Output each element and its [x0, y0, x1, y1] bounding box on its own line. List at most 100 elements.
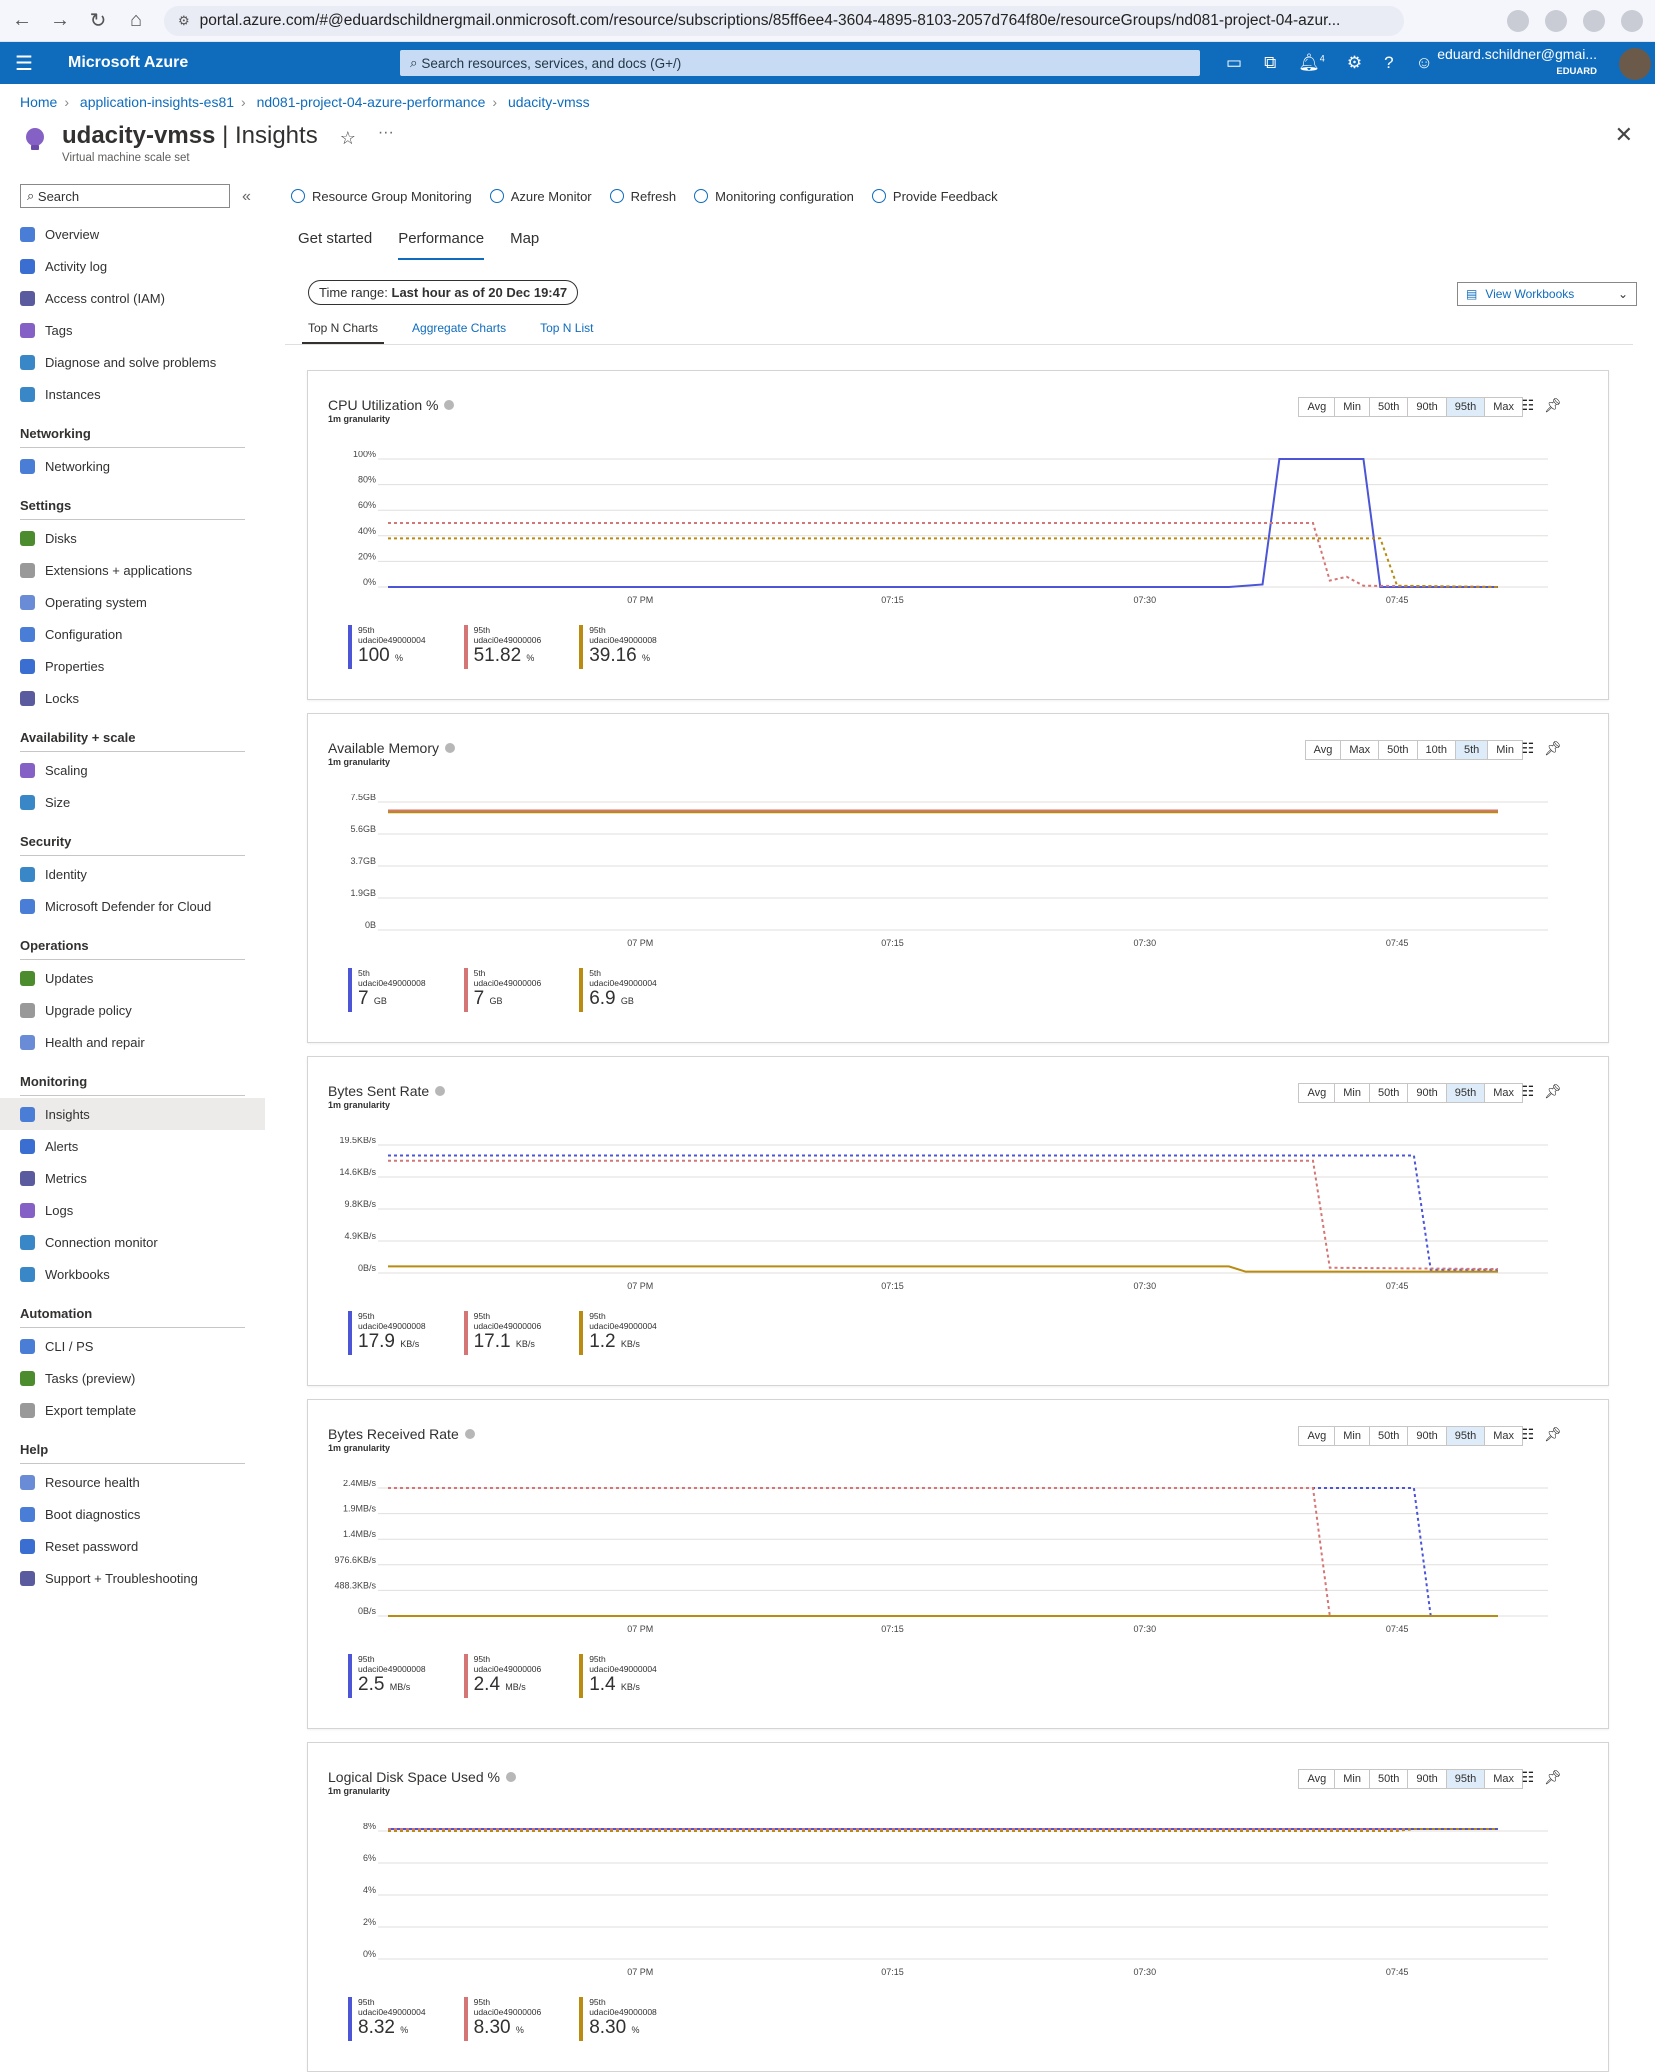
- sidebar-item-logs[interactable]: Logs: [0, 1194, 265, 1226]
- sidebar-item-connection-monitor[interactable]: Connection monitor: [0, 1226, 265, 1258]
- sidebar-item-operating-system[interactable]: Operating system: [0, 586, 265, 618]
- more-options-icon[interactable]: ···: [378, 124, 394, 142]
- sidebar-item-updates[interactable]: Updates: [0, 962, 265, 994]
- legend-item[interactable]: 5th udaci0e49000004 6.9 GB: [579, 968, 657, 1012]
- back-icon[interactable]: ←: [12, 9, 32, 32]
- favorite-star-icon[interactable]: ☆: [340, 128, 356, 149]
- sidebar-item-workbooks[interactable]: Workbooks: [0, 1258, 265, 1290]
- help-icon[interactable]: ?: [1384, 53, 1393, 73]
- list-view-icon[interactable]: ☷: [1522, 1083, 1545, 1099]
- refresh-button[interactable]: Refresh: [609, 189, 676, 204]
- aggregation-button-min[interactable]: Min: [1335, 1427, 1370, 1445]
- info-icon[interactable]: [435, 1086, 446, 1096]
- aggregation-button-avg[interactable]: Avg: [1299, 398, 1336, 416]
- legend-item[interactable]: 5th udaci0e49000008 7 GB: [348, 968, 426, 1012]
- list-view-icon[interactable]: ☷: [1522, 740, 1545, 756]
- pin-icon[interactable]: 📌︎: [1544, 1769, 1572, 1785]
- sidebar-item-resource-health[interactable]: Resource health: [0, 1466, 265, 1498]
- sidebar-item-export-template[interactable]: Export template: [0, 1394, 265, 1426]
- legend-item[interactable]: 95th udaci0e49000008 39.16 %: [579, 625, 657, 669]
- cloud-shell-icon[interactable]: ▭: [1226, 53, 1242, 73]
- list-view-icon[interactable]: ☷: [1522, 1769, 1545, 1785]
- reload-icon[interactable]: ↻: [88, 8, 108, 33]
- breadcrumb-app-insights[interactable]: application-insights-es81: [80, 94, 234, 110]
- aggregation-button-50th[interactable]: 50th: [1370, 398, 1409, 416]
- sidebar-item-microsoft-defender-for-cloud[interactable]: Microsoft Defender for Cloud: [0, 890, 265, 922]
- legend-item[interactable]: 95th udaci0e49000004 8.32 %: [348, 1997, 426, 2041]
- list-view-icon[interactable]: ☷: [1522, 397, 1545, 413]
- pin-icon[interactable]: 📌︎: [1544, 1083, 1572, 1099]
- portal-brand[interactable]: Microsoft Azure: [48, 54, 400, 72]
- sidebar-item-metrics[interactable]: Metrics: [0, 1162, 265, 1194]
- aggregation-button-avg[interactable]: Avg: [1299, 1770, 1336, 1788]
- aggregation-button-90th[interactable]: 90th: [1408, 398, 1447, 416]
- extension-icon[interactable]: [1507, 9, 1529, 32]
- aggregation-button-min[interactable]: Min: [1335, 1084, 1370, 1102]
- collapse-menu-icon[interactable]: «: [242, 188, 251, 206]
- resource-group-monitoring-button[interactable]: Resource Group Monitoring: [291, 189, 472, 204]
- sidebar-item-alerts[interactable]: Alerts: [0, 1130, 265, 1162]
- breadcrumb-vmss[interactable]: udacity-vmss: [508, 94, 590, 110]
- pin-icon[interactable]: 📌︎: [1544, 1426, 1572, 1442]
- aggregation-button-min[interactable]: Min: [1335, 1770, 1370, 1788]
- global-search-input[interactable]: ⌕ Search resources, services, and docs (…: [400, 50, 1200, 76]
- sidebar-item-extensions-applications[interactable]: Extensions + applications: [0, 554, 265, 586]
- sidebar-item-tags[interactable]: Tags: [0, 314, 265, 346]
- tab-aggregate-charts[interactable]: Aggregate Charts: [406, 321, 512, 344]
- aggregation-button-95th[interactable]: 95th: [1446, 1084, 1486, 1102]
- aggregation-button-min[interactable]: Min: [1335, 398, 1370, 416]
- legend-item[interactable]: 95th udaci0e49000004 1.2 KB/s: [579, 1311, 657, 1355]
- aggregation-button-50th[interactable]: 50th: [1370, 1084, 1409, 1102]
- legend-item[interactable]: 95th udaci0e49000006 2.4 MB/s: [463, 1654, 541, 1698]
- aggregation-button-avg[interactable]: Avg: [1299, 1084, 1336, 1102]
- aggregation-button-90th[interactable]: 90th: [1408, 1084, 1447, 1102]
- legend-item[interactable]: 95th udaci0e49000008 17.9 KB/s: [348, 1311, 426, 1355]
- pin-icon[interactable]: 📌︎: [1544, 740, 1572, 756]
- legend-item[interactable]: 95th udaci0e49000008 8.30 %: [579, 1997, 657, 2041]
- aggregation-button-95th[interactable]: 95th: [1446, 1427, 1486, 1445]
- legend-item[interactable]: 95th udaci0e49000006 8.30 %: [463, 1997, 541, 2041]
- directory-icon[interactable]: ⧉: [1264, 53, 1276, 73]
- info-icon[interactable]: [445, 743, 456, 753]
- legend-item[interactable]: 95th udaci0e49000008 2.5 MB/s: [348, 1654, 426, 1698]
- sidebar-item-support-troubleshooting[interactable]: Support + Troubleshooting: [0, 1562, 265, 1594]
- aggregation-button-90th[interactable]: 90th: [1408, 1427, 1447, 1445]
- sidebar-item-boot-diagnostics[interactable]: Boot diagnostics: [0, 1498, 265, 1530]
- aggregation-button-max[interactable]: Max: [1485, 1770, 1522, 1788]
- legend-item[interactable]: 95th udaci0e49000004 1.4 KB/s: [579, 1654, 657, 1698]
- sidebar-item-properties[interactable]: Properties: [0, 650, 265, 682]
- aggregation-button-95th[interactable]: 95th: [1446, 1770, 1486, 1788]
- menu-icon[interactable]: ☰: [0, 51, 48, 76]
- sidebar-item-configuration[interactable]: Configuration: [0, 618, 265, 650]
- legend-item[interactable]: 95th udaci0e49000006 51.82 %: [463, 625, 541, 669]
- aggregation-button-50th[interactable]: 50th: [1370, 1770, 1409, 1788]
- sidebar-item-activity-log[interactable]: Activity log: [0, 250, 265, 282]
- azure-monitor-button[interactable]: Azure Monitor: [489, 189, 592, 204]
- notifications-icon[interactable]: 🔔︎4: [1298, 53, 1325, 73]
- sidebar-item-diagnose-and-solve-problems[interactable]: Diagnose and solve problems: [0, 346, 265, 378]
- aggregation-button-90th[interactable]: 90th: [1408, 1770, 1447, 1788]
- address-bar[interactable]: ⚙ portal.azure.com/#@eduardschildnergmai…: [164, 5, 1404, 36]
- pin-icon[interactable]: 📌︎: [1544, 397, 1572, 413]
- view-workbooks-dropdown[interactable]: ▤ View Workbooks ⌄: [1457, 282, 1637, 306]
- home-icon[interactable]: ⌂: [126, 9, 146, 32]
- info-icon[interactable]: [444, 400, 455, 410]
- list-view-icon[interactable]: ☷: [1522, 1426, 1545, 1442]
- sidebar-item-cli-ps[interactable]: CLI / PS: [0, 1330, 265, 1362]
- extension-icon[interactable]: [1545, 9, 1567, 32]
- aggregation-button-avg[interactable]: Avg: [1299, 1427, 1336, 1445]
- close-icon[interactable]: ✕: [1615, 122, 1633, 148]
- monitoring-configuration-button[interactable]: Monitoring configuration: [694, 189, 854, 204]
- avatar[interactable]: [1619, 48, 1651, 80]
- legend-item[interactable]: 95th udaci0e49000004 100 %: [348, 625, 426, 669]
- settings-icon[interactable]: ⚙: [1347, 53, 1362, 73]
- aggregation-button-5th[interactable]: 5th: [1455, 741, 1489, 759]
- forward-icon[interactable]: →: [50, 9, 70, 32]
- aggregation-button-95th[interactable]: 95th: [1446, 398, 1486, 416]
- sidebar-item-scaling[interactable]: Scaling: [0, 754, 265, 786]
- sidebar-item-locks[interactable]: Locks: [0, 682, 265, 714]
- breadcrumb-home[interactable]: Home: [20, 94, 57, 110]
- extension-icon[interactable]: [1583, 9, 1605, 32]
- sidebar-item-size[interactable]: Size: [0, 786, 265, 818]
- site-info-icon[interactable]: ⚙: [178, 13, 190, 29]
